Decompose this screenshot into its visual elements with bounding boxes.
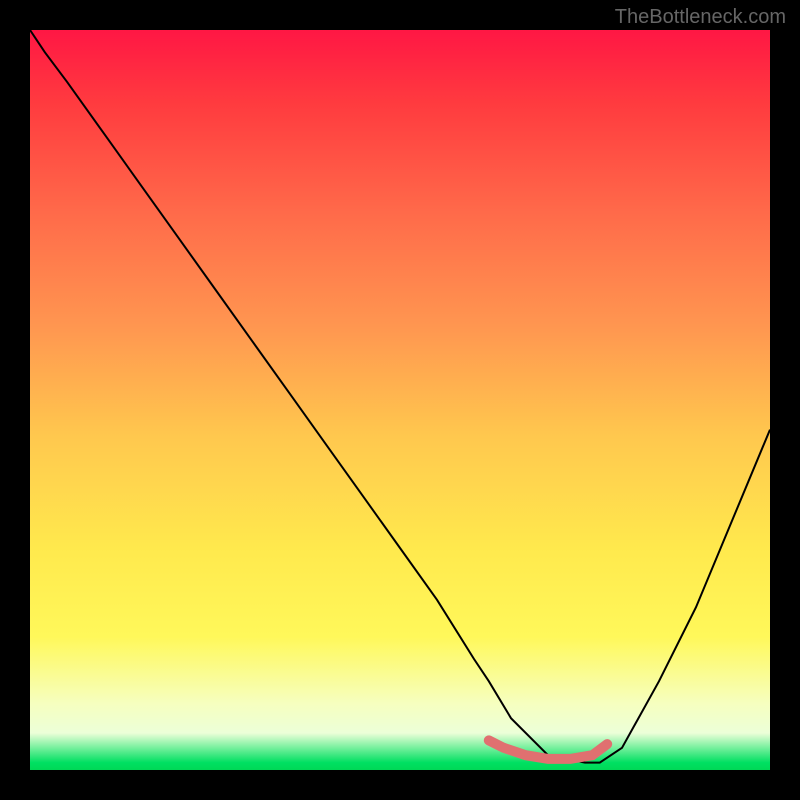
watermark-text: TheBottleneck.com xyxy=(615,6,786,29)
bottleneck-plot xyxy=(30,30,770,770)
bottleneck-curve-line xyxy=(30,30,770,763)
highlight-segment-line xyxy=(489,740,607,759)
